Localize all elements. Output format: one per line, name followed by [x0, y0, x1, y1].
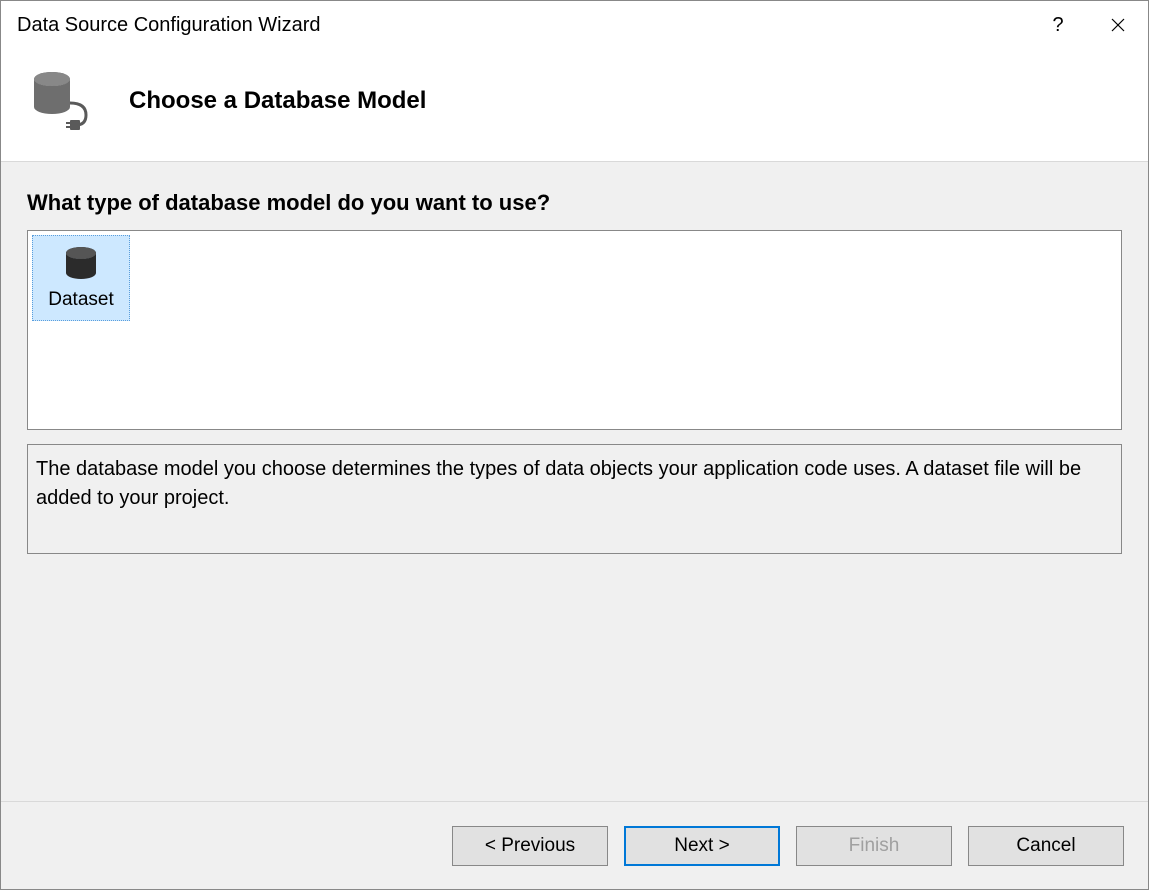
wizard-step-title: Choose a Database Model [129, 87, 426, 115]
titlebar-controls: ? [1028, 1, 1148, 49]
finish-button: Finish [796, 826, 952, 866]
option-dataset[interactable]: Dataset [32, 235, 130, 321]
help-button[interactable]: ? [1028, 1, 1088, 49]
close-icon [1111, 18, 1125, 32]
question-label: What type of database model do you want … [27, 190, 1122, 216]
help-icon: ? [1052, 14, 1063, 37]
database-plug-icon [25, 69, 105, 133]
previous-button[interactable]: < Previous [452, 826, 608, 866]
wizard-window: Data Source Configuration Wizard ? [0, 0, 1149, 890]
option-label: Dataset [48, 289, 113, 311]
content-area: What type of database model do you want … [1, 161, 1148, 801]
cancel-button[interactable]: Cancel [968, 826, 1124, 866]
titlebar: Data Source Configuration Wizard ? [1, 1, 1148, 49]
close-button[interactable] [1088, 1, 1148, 49]
window-title: Data Source Configuration Wizard [17, 14, 320, 37]
model-options-list[interactable]: Dataset [27, 230, 1122, 430]
next-button[interactable]: Next > [624, 826, 780, 866]
wizard-footer: < Previous Next > Finish Cancel [1, 801, 1148, 889]
wizard-header: Choose a Database Model [1, 49, 1148, 161]
database-icon [62, 245, 100, 283]
description-text: The database model you choose determines… [27, 444, 1122, 554]
